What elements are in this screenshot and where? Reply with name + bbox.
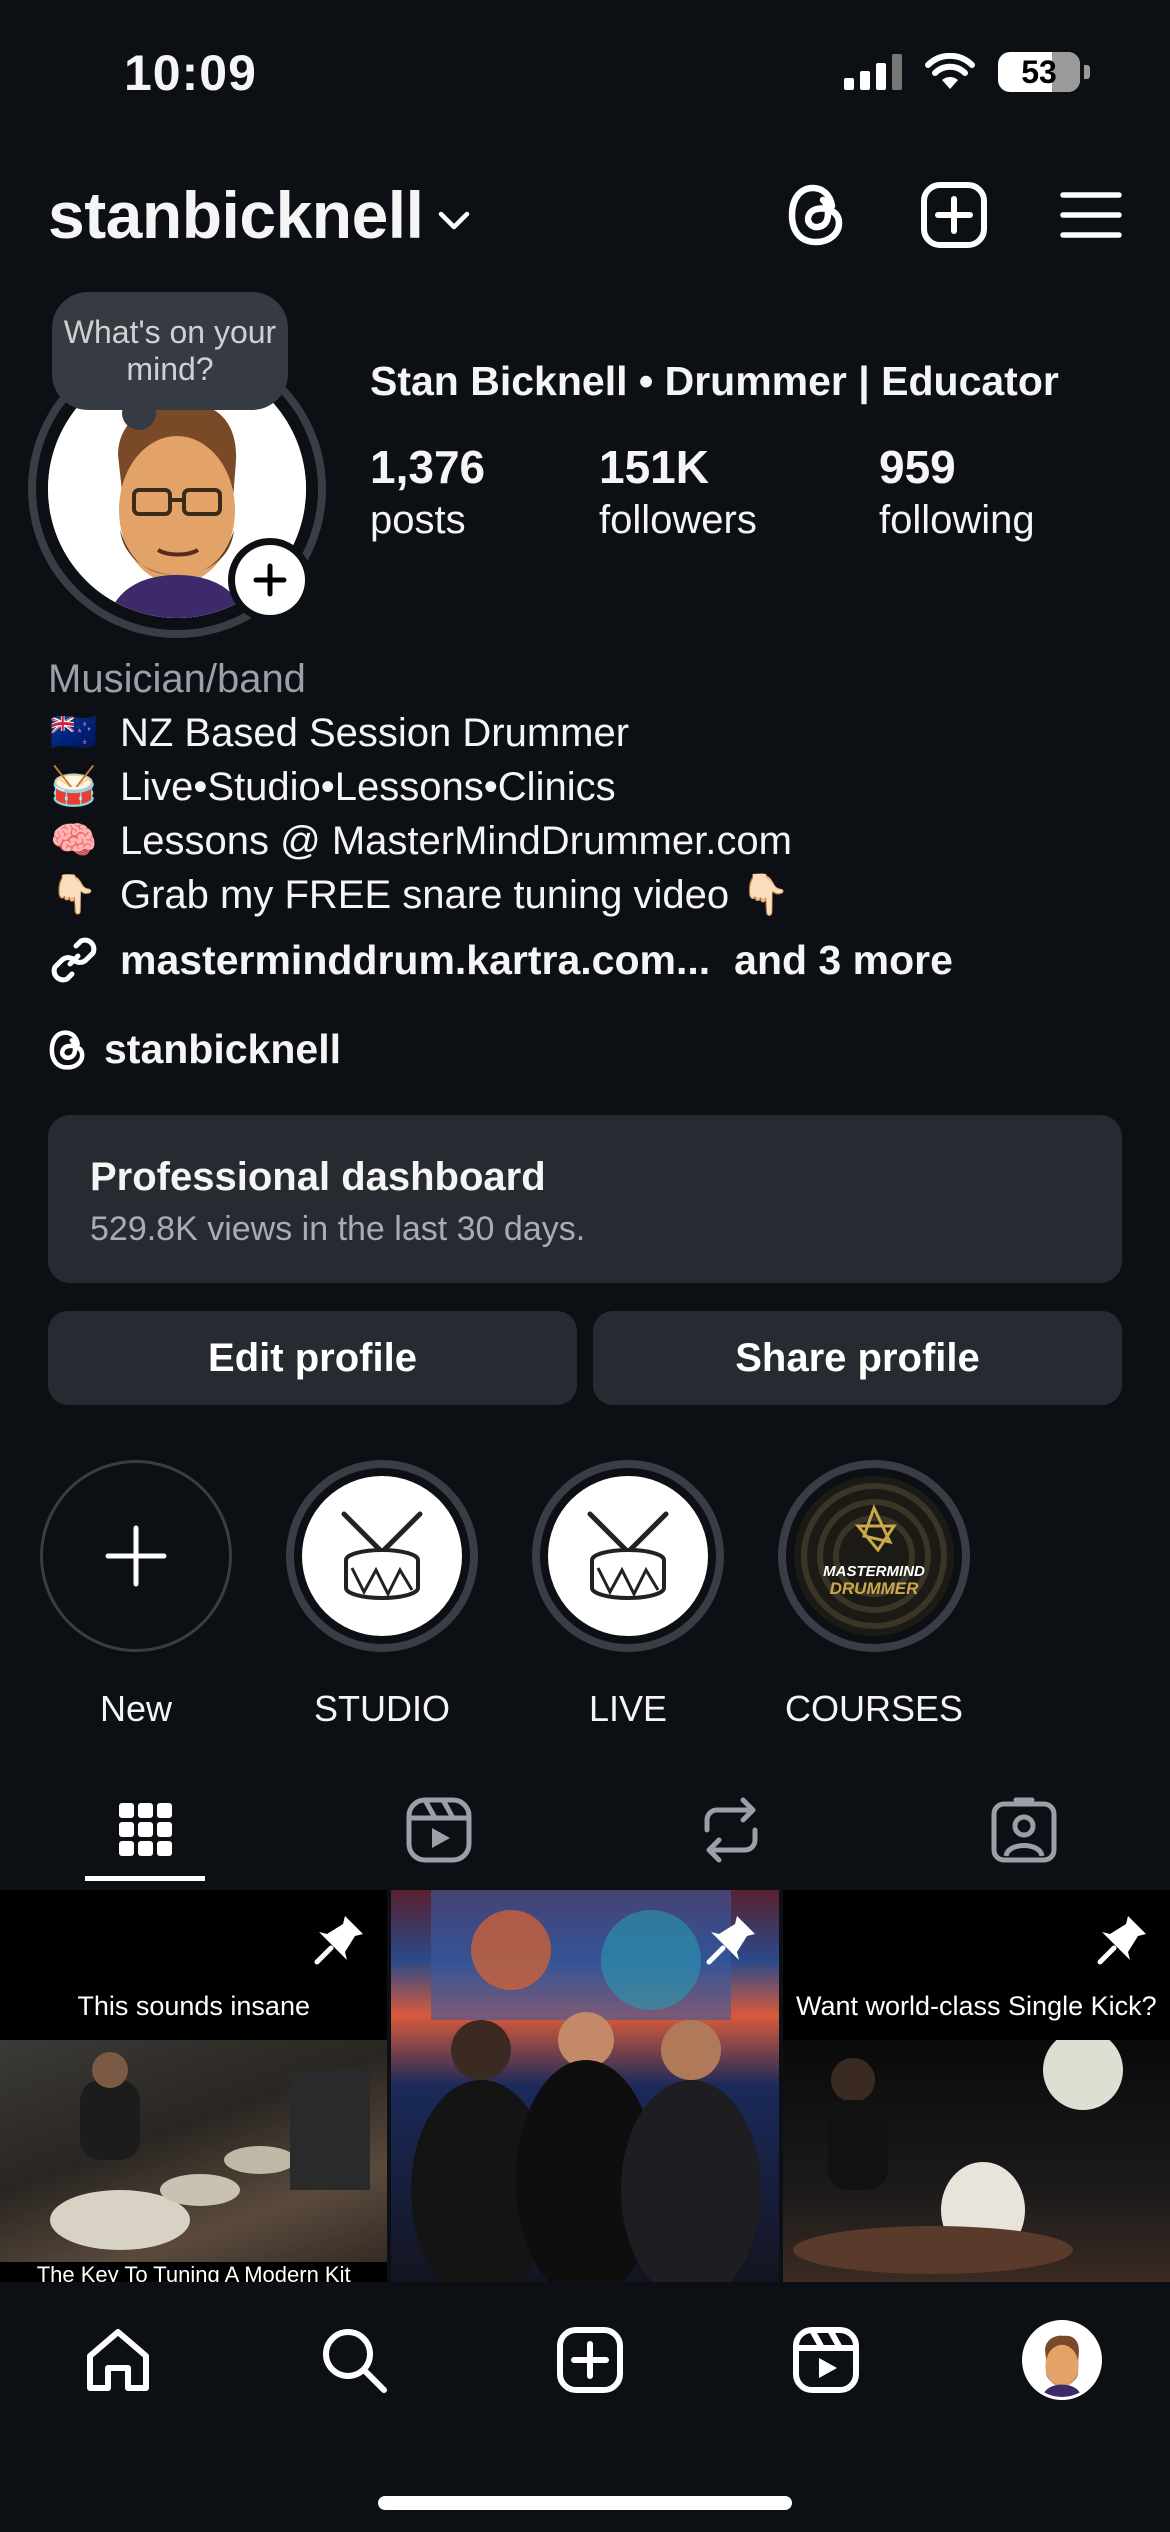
- content-tabs: [0, 1775, 1170, 1885]
- bio-line: 🥁 Live•Studio•Lessons•Clinics: [48, 760, 1128, 814]
- nav-home[interactable]: [78, 2320, 158, 2400]
- add-story-button[interactable]: [228, 538, 312, 622]
- menu-icon[interactable]: [1060, 190, 1122, 240]
- profile-stats: 1,376 posts 151K followers 959 following: [370, 440, 1035, 543]
- drum-icon: 🥁: [50, 766, 98, 808]
- bio-text: Lessons @ MasterMindDrummer.com: [120, 819, 792, 863]
- create-post-icon: [557, 2327, 623, 2393]
- highlight-courses[interactable]: MASTERMIND DRUMMER COURSES: [778, 1460, 970, 1730]
- stat-label: followers: [599, 498, 757, 542]
- chevron-down-icon[interactable]: [437, 210, 471, 232]
- dashboard-title: Professional dashboard: [90, 1155, 546, 1199]
- nz-flag-icon: 🇳🇿: [50, 712, 98, 754]
- display-name: Stan Bicknell • Drummer | Educator: [370, 358, 1059, 404]
- highlight-live[interactable]: LIVE: [532, 1460, 724, 1730]
- nav-search[interactable]: [314, 2320, 394, 2400]
- stat-value: 151K: [599, 441, 709, 493]
- post-tile[interactable]: This sounds insane The Key To Tuning A M…: [0, 1890, 388, 2282]
- edit-profile-button[interactable]: Edit profile: [48, 1311, 577, 1405]
- username[interactable]: stanbicknell: [48, 177, 424, 253]
- stat-followers[interactable]: 151K followers: [599, 440, 879, 543]
- repost-icon: [704, 1797, 758, 1863]
- profile-bio: Musician/band 🇳🇿 NZ Based Session Drumme…: [48, 652, 1128, 922]
- svg-text:MASTERMIND: MASTERMIND: [823, 1563, 925, 1580]
- status-icons: 53: [844, 52, 1090, 92]
- battery-icon: 53: [998, 52, 1080, 92]
- threads-icon: [49, 1029, 85, 1070]
- status-time: 10:09: [124, 45, 257, 101]
- tab-posts-grid[interactable]: [0, 1775, 293, 1885]
- bio-line: 🧠 Lessons @ MasterMindDrummer.com: [48, 814, 1128, 868]
- avatar: [1022, 2320, 1102, 2400]
- cellular-signal-icon: [844, 54, 902, 90]
- status-bar: 10:09 53: [0, 0, 1170, 150]
- reels-icon: [406, 1797, 472, 1863]
- home-icon: [87, 2329, 149, 2391]
- grid-icon: [119, 1803, 173, 1856]
- highlight-label: COURSES: [784, 1688, 964, 1729]
- stat-label: following: [879, 498, 1035, 542]
- nav-create[interactable]: [550, 2320, 630, 2400]
- active-tab-indicator: [85, 1876, 205, 1881]
- highlight-label: New: [99, 1688, 173, 1729]
- battery-level: 53: [1021, 53, 1057, 90]
- stat-label: posts: [370, 498, 466, 542]
- threads-icon[interactable]: [786, 180, 848, 250]
- bio-link[interactable]: masterminddrum.kartra.com...: [120, 937, 710, 984]
- bio-line: 🇳🇿 NZ Based Session Drummer: [48, 706, 1128, 760]
- highlight-label: LIVE: [588, 1688, 668, 1729]
- threads-badge[interactable]: stanbicknell: [48, 1026, 341, 1073]
- post-tile[interactable]: [391, 1890, 779, 2282]
- bio-text: NZ Based Session Drummer: [120, 711, 630, 755]
- bio-text: Live•Studio•Lessons•Clinics: [120, 765, 616, 809]
- svg-text:DRUMMER: DRUMMER: [830, 1579, 919, 1598]
- search-icon: [323, 2329, 387, 2393]
- tab-reels[interactable]: [293, 1775, 586, 1885]
- stat-following[interactable]: 959 following: [879, 440, 1035, 543]
- bio-text: Grab my FREE snare tuning video 👇🏻: [120, 873, 791, 917]
- bio-line: 👇🏻 Grab my FREE snare tuning video 👇🏻: [48, 868, 1128, 922]
- note-bubble[interactable]: What's on your mind?: [52, 292, 288, 430]
- highlight-new[interactable]: New: [40, 1460, 232, 1730]
- bottom-navigation: [0, 2282, 1170, 2532]
- story-highlights: New STUDIO LIVE MASTERMIND DRUMMER COURS…: [40, 1460, 970, 1730]
- share-profile-button[interactable]: Share profile: [593, 1311, 1122, 1405]
- link-icon: [51, 937, 97, 983]
- pin-icon: [706, 1916, 755, 1965]
- more-links[interactable]: and 3 more: [734, 937, 953, 984]
- profile-header: stanbicknell: [48, 170, 1122, 260]
- highlight-studio[interactable]: STUDIO: [286, 1460, 478, 1730]
- create-post-icon[interactable]: [920, 181, 988, 249]
- stat-posts[interactable]: 1,376 posts: [370, 440, 599, 543]
- post-subcaption: The Key To Tuning A Modern Kit: [0, 2262, 388, 2282]
- wifi-icon: [925, 53, 975, 89]
- stat-value: 1,376: [370, 441, 486, 493]
- tab-tagged[interactable]: [878, 1775, 1170, 1885]
- mastermind-logo: MASTERMIND DRUMMER: [794, 1476, 954, 1636]
- profile-actions: Edit profile Share profile: [48, 1311, 1122, 1405]
- nav-reels[interactable]: [786, 2320, 866, 2400]
- pointing-down-icon: 👇🏻: [50, 874, 98, 916]
- drum-icon: [341, 1511, 423, 1600]
- tagged-person-icon: [991, 1797, 1057, 1863]
- reels-icon: [793, 2327, 859, 2393]
- drum-icon: [587, 1511, 669, 1600]
- profile-category: Musician/band: [48, 657, 306, 701]
- nav-profile[interactable]: [1022, 2320, 1102, 2400]
- brain-icon: 🧠: [50, 820, 98, 862]
- plus-icon: [253, 563, 287, 597]
- post-tile[interactable]: Want world-class Single Kick?: [782, 1890, 1170, 2282]
- threads-handle: stanbicknell: [104, 1026, 341, 1072]
- pin-icon: [314, 1916, 364, 1965]
- dashboard-subtitle: 529.8K views in the last 30 days.: [90, 1210, 586, 1248]
- bio-link-row[interactable]: masterminddrum.kartra.com... and 3 more: [48, 934, 953, 986]
- professional-dashboard[interactable]: Professional dashboard 529.8K views in t…: [48, 1115, 1122, 1283]
- pin-icon: [1097, 1916, 1146, 1965]
- plus-icon: [105, 1525, 167, 1587]
- posts-grid: This sounds insane The Key To Tuning A M…: [0, 1890, 1170, 2282]
- tab-reposts[interactable]: [585, 1775, 878, 1885]
- home-indicator[interactable]: [378, 2496, 792, 2510]
- stat-value: 959: [879, 441, 956, 493]
- highlight-label: STUDIO: [313, 1688, 450, 1729]
